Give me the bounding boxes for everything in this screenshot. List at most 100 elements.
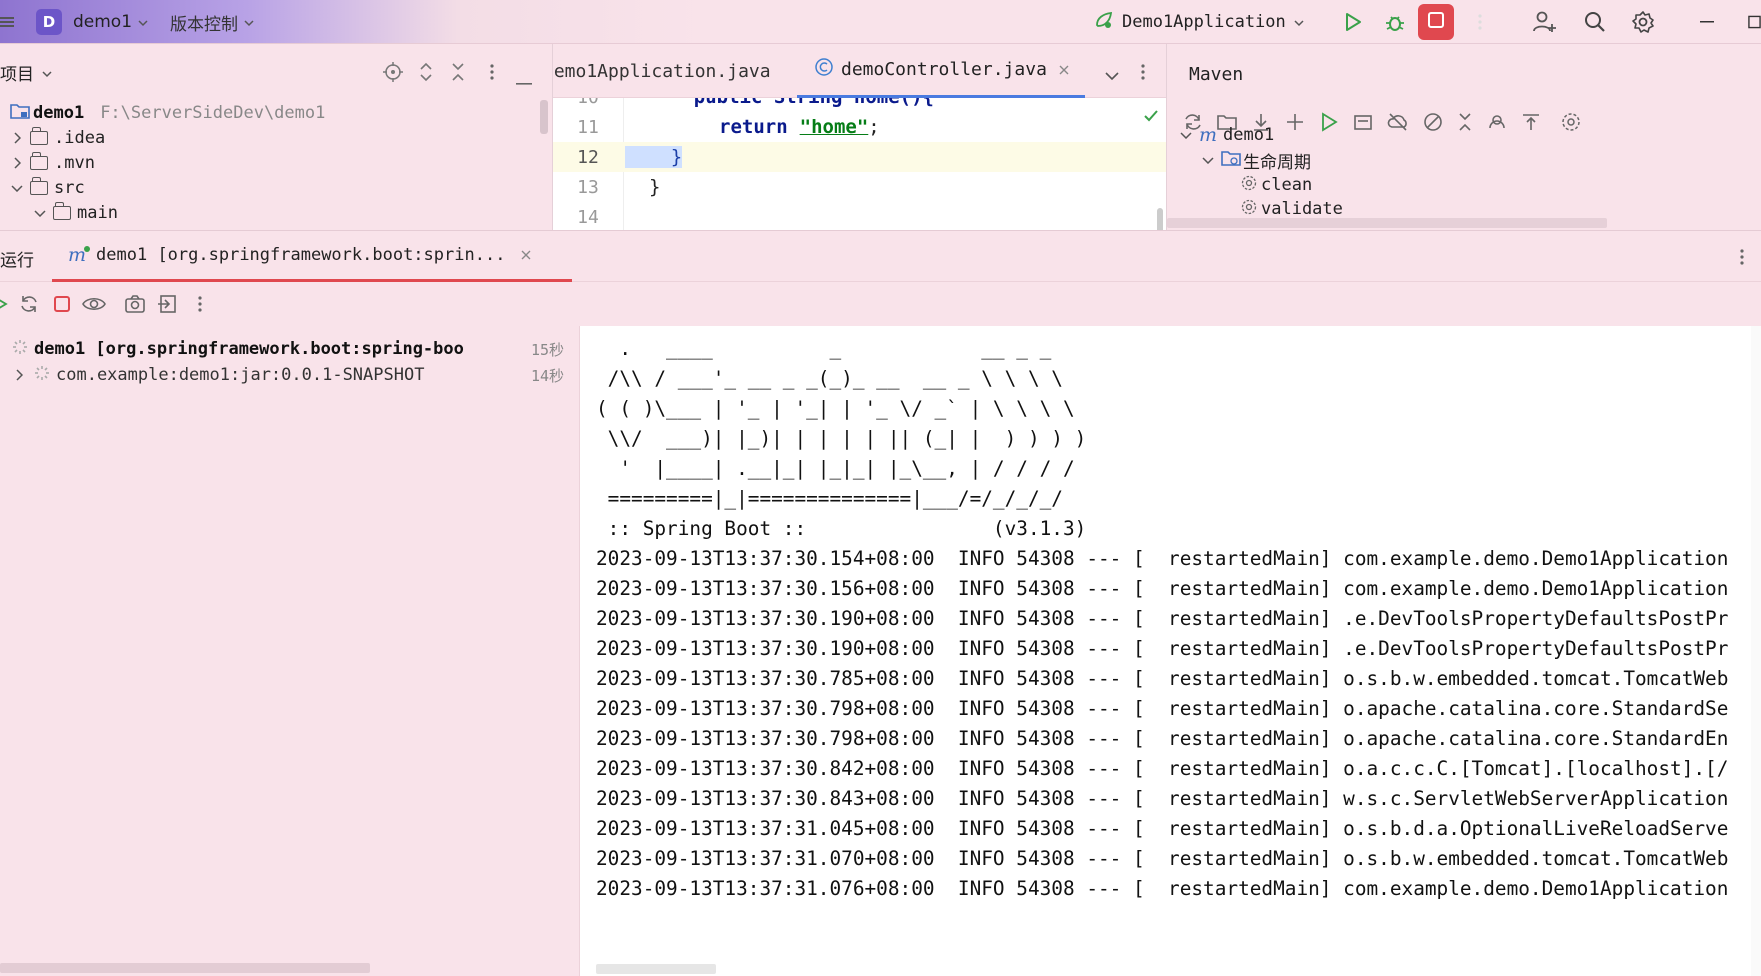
show-deps-icon[interactable] <box>1521 112 1541 137</box>
run-tree-item-child[interactable]: com.example:demo1:jar:0.0.1-SNAPSHOT 14秒 <box>12 362 572 388</box>
tree-item-idea[interactable]: .idea <box>10 125 105 151</box>
maximize-icon[interactable] <box>1748 0 1761 44</box>
execute-goal-icon[interactable] <box>1353 112 1373 137</box>
collapse-icon[interactable] <box>1457 112 1473 137</box>
more-vertical-icon[interactable] <box>1141 64 1145 85</box>
maven-settings-icon[interactable] <box>1561 112 1581 137</box>
vcs-label: 版本控制 <box>170 14 238 35</box>
restart-icon[interactable] <box>18 293 40 320</box>
vertical-scrollbar[interactable] <box>1157 208 1163 230</box>
close-icon[interactable] <box>1059 60 1069 80</box>
analyze-deps-icon[interactable] <box>1487 112 1507 137</box>
plus-icon[interactable] <box>1285 112 1305 137</box>
run-config-selector[interactable]: Demo1Application <box>1094 0 1304 44</box>
tree-item-mvn[interactable]: .mvn <box>10 150 95 176</box>
close-icon[interactable] <box>521 245 531 265</box>
project-tree: demo1 F:\ServerSideDev\demo1 .idea .mvn … <box>0 98 552 230</box>
banner-line: ( ( )\___ | '_ | '_| | '_ \/ _` | \ \ \ … <box>596 397 1075 420</box>
camera-icon[interactable] <box>124 294 146 319</box>
chevron-down-icon <box>42 63 52 83</box>
run-duration: 15秒 <box>530 341 564 359</box>
line-number: 14 <box>577 206 599 228</box>
folder-icon <box>53 202 71 220</box>
code-line-current: 12 } <box>553 142 1166 172</box>
maven-run-icon: m <box>68 244 91 266</box>
project-panel-title: 项目 <box>0 65 34 85</box>
expand-all-icon[interactable] <box>418 62 434 87</box>
maven-tree-item-lifecycle[interactable]: 生命周期 <box>1201 147 1311 173</box>
locate-icon[interactable] <box>383 62 403 87</box>
login-icon[interactable] <box>158 294 178 319</box>
stop-button[interactable] <box>1418 4 1454 40</box>
spinner-icon <box>12 339 28 360</box>
project-badge: D <box>36 9 62 35</box>
editor-tab[interactable]: Demo1Application.java <box>553 44 795 98</box>
code-line: 11 return "home" ; <box>553 112 1166 142</box>
view-icon[interactable] <box>82 294 106 319</box>
collapse-all-icon[interactable] <box>450 62 466 87</box>
debug-icon[interactable] <box>1380 0 1410 44</box>
chevron-down-icon <box>10 181 24 195</box>
horizontal-scrollbar[interactable] <box>1167 218 1607 228</box>
code-area[interactable]: 10 public String home(){ 11 return "home… <box>553 98 1166 230</box>
vertical-scrollbar[interactable] <box>1751 326 1761 976</box>
main-menu-icon[interactable] <box>0 0 22 44</box>
tree-item-label: demo1 <box>1223 125 1275 145</box>
run-tab-active[interactable]: m demo1 [org.springframework.boot:sprin.… <box>52 231 572 282</box>
log-line: 2023-09-13T13:37:31.070+08:00 INFO 54308… <box>596 847 1729 870</box>
run-tree-panel: demo1 [org.springframework.boot:spring-b… <box>0 326 580 976</box>
project-switcher[interactable]: D demo1 <box>36 0 148 44</box>
search-icon[interactable] <box>1580 0 1610 44</box>
more-vertical-icon[interactable] <box>1740 249 1744 270</box>
run-icon[interactable] <box>1338 0 1368 44</box>
horizontal-scrollbar[interactable] <box>0 963 370 973</box>
chevron-down-icon <box>33 206 47 220</box>
log-line: 2023-09-13T13:37:30.798+08:00 INFO 54308… <box>596 727 1729 750</box>
run-tree-item-root[interactable]: demo1 [org.springframework.boot:spring-b… <box>12 336 572 362</box>
offline-icon[interactable] <box>1387 112 1409 137</box>
log-line: 2023-09-13T13:37:30.154+08:00 INFO 54308… <box>596 547 1729 570</box>
maven-goal-clean[interactable]: clean <box>1241 172 1312 198</box>
more-vertical-icon[interactable] <box>490 64 494 85</box>
hide-panel-icon[interactable] <box>516 71 532 91</box>
horizontal-scrollbar[interactable] <box>596 964 716 974</box>
class-icon <box>815 58 833 81</box>
scrollbar[interactable] <box>540 100 548 134</box>
more-vertical-icon[interactable] <box>198 296 202 317</box>
chevron-down-icon[interactable] <box>1105 66 1119 86</box>
goal-gear-icon <box>1241 199 1257 220</box>
line-number: 10 <box>553 98 623 108</box>
code-punct: ; <box>868 116 880 138</box>
run-tree-label: demo1 [org.springframework.boot:spring-b… <box>34 339 464 359</box>
stop-icon <box>1427 11 1445 34</box>
minimize-icon[interactable] <box>1694 0 1720 44</box>
more-vertical-icon[interactable] <box>1470 0 1490 44</box>
rerun-icon[interactable] <box>0 294 8 319</box>
code-string: "home" <box>799 116 869 138</box>
line-number: 13 <box>577 176 599 198</box>
settings-gear-icon[interactable] <box>1628 0 1658 44</box>
code-line: 10 public String home(){ <box>553 98 1166 112</box>
editor-tab-bar: Demo1Application.java demoController.jav… <box>553 44 1166 98</box>
project-view-selector[interactable]: 项目 <box>0 60 52 85</box>
add-user-icon[interactable] <box>1530 0 1560 44</box>
line-number: 12 <box>577 146 599 168</box>
tree-item-src[interactable]: src <box>10 175 85 201</box>
code-text: } <box>625 146 683 168</box>
stop-icon[interactable] <box>52 294 72 319</box>
console-output[interactable]: . ____ _ __ _ _ /\\ / ___'_ __ _ _(_)_ _… <box>580 326 1761 976</box>
tab-label: demoController.java <box>841 59 1047 80</box>
tree-item-root[interactable]: demo1 F:\ServerSideDev\demo1 <box>10 100 325 126</box>
run-maven-icon[interactable] <box>1319 111 1339 137</box>
tree-item-label: src <box>54 178 85 198</box>
code-line: 14 <box>553 202 1166 230</box>
run-duration: 14秒 <box>530 367 564 385</box>
skip-tests-icon[interactable] <box>1423 112 1443 137</box>
banner-line: \\/ ___)| |_)| | | | | || (_| | ) ) ) ) <box>596 427 1087 450</box>
maven-tree-item-project[interactable]: m demo1 <box>1179 122 1274 148</box>
editor-tab-active[interactable]: demoController.java <box>797 44 1085 98</box>
log-line: 2023-09-13T13:37:30.190+08:00 INFO 54308… <box>596 607 1729 630</box>
banner-line: ' |____| .__|_| |_|_| |_\__, | / / / / <box>596 457 1075 480</box>
tree-item-main[interactable]: main <box>33 200 118 226</box>
vcs-menu[interactable]: 版本控制 <box>170 0 254 44</box>
